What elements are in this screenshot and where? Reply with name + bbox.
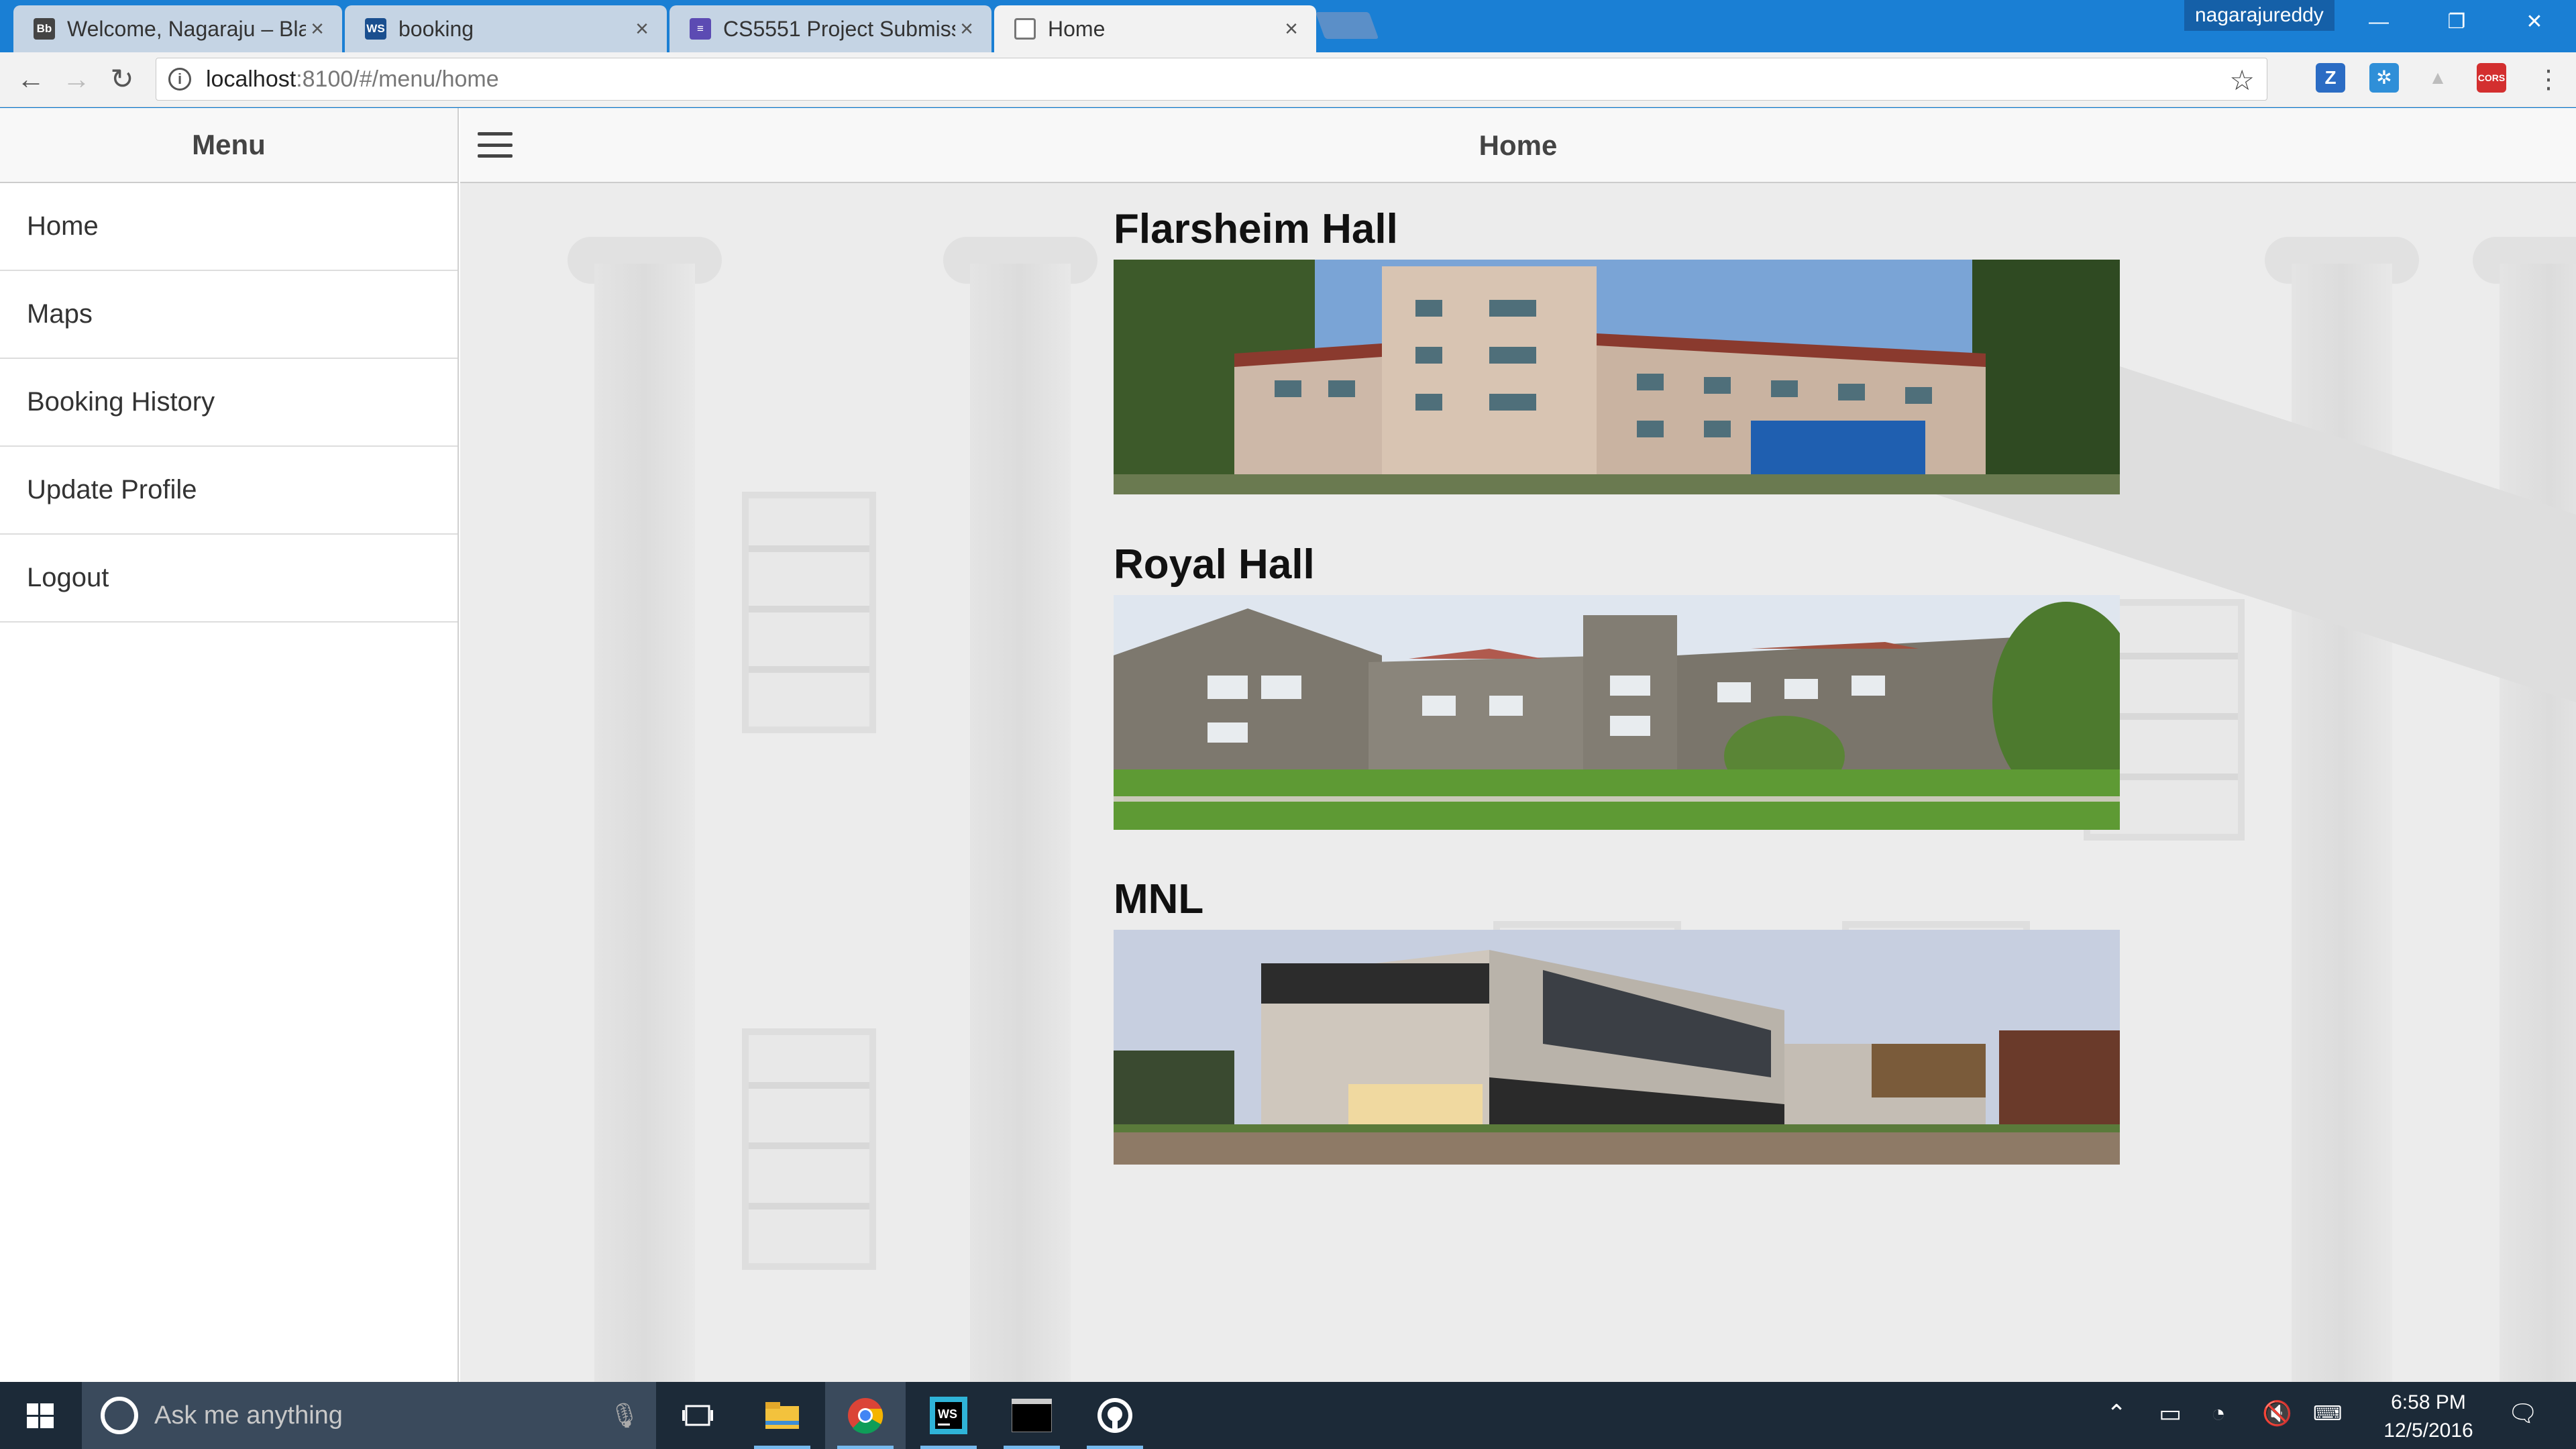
speaker-muted-icon[interactable]: 🔇 — [2262, 1399, 2292, 1428]
browser-toolbar: ← → ↻ i localhost :8100/#/menu/home ☆ Z … — [0, 52, 2576, 107]
flarsheim-hall-photo[interactable] — [1114, 260, 2120, 494]
menu-item-maps[interactable]: Maps — [0, 271, 458, 359]
close-icon[interactable]: × — [306, 16, 329, 42]
windows-taskbar: Ask me anything 🎙 WS ⌃ ▭ ◔ 🔇 ⌨ 6:58 PM 1… — [0, 1382, 2576, 1449]
menu-item-booking-history[interactable]: Booking History — [0, 359, 458, 447]
building-card[interactable]: Flarsheim Hall — [1114, 199, 2120, 494]
notification-icon[interactable]: 🗨 — [2508, 1399, 2538, 1428]
reload-icon[interactable]: ↻ — [103, 60, 141, 98]
close-icon[interactable]: × — [631, 16, 653, 42]
webstorm-icon[interactable]: WS — [908, 1382, 989, 1449]
building-card[interactable]: MNL — [1114, 869, 2120, 1165]
svg-text:WS: WS — [938, 1407, 957, 1421]
info-icon[interactable]: i — [168, 68, 191, 91]
building-title: Royal Hall — [1114, 541, 1315, 588]
cors-extension-icon[interactable]: CORS — [2477, 63, 2506, 93]
drive-extension-icon[interactable]: ▲ — [2423, 63, 2453, 93]
file-explorer-icon[interactable] — [742, 1382, 822, 1449]
tab-home[interactable]: Home × — [994, 5, 1316, 52]
back-icon[interactable]: ← — [12, 60, 50, 98]
task-view-icon[interactable] — [657, 1382, 738, 1449]
close-icon[interactable]: × — [1280, 16, 1303, 42]
clock[interactable]: 6:58 PM 12/5/2016 — [2375, 1389, 2482, 1445]
page-title: Home — [1479, 129, 1558, 161]
tab-title: CS5551 Project Submissi — [723, 16, 955, 41]
bookmark-star-icon[interactable]: ☆ — [2229, 64, 2255, 97]
cortana-icon[interactable] — [101, 1397, 138, 1434]
tab-title: booking — [398, 16, 474, 41]
minimize-icon[interactable]: — — [2352, 5, 2406, 39]
zotero-extension-icon[interactable]: Z — [2316, 63, 2345, 93]
close-icon[interactable]: × — [955, 16, 978, 42]
battery-icon[interactable]: ▭ — [2159, 1399, 2182, 1428]
url-host: localhost — [206, 66, 297, 92]
profile-button[interactable]: nagarajureddy — [2184, 0, 2334, 31]
chevron-up-icon[interactable]: ⌃ — [2106, 1399, 2127, 1428]
browser-title-bar: Bb Welcome, Nagaraju – Bla × WS booking … — [0, 0, 2576, 52]
menu-title: Menu — [0, 108, 458, 183]
building-card[interactable]: Royal Hall — [1114, 535, 2120, 830]
chrome-icon[interactable] — [825, 1382, 906, 1449]
tab-title: Welcome, Nagaraju – Bla — [67, 16, 306, 41]
snowflake-extension-icon[interactable]: ✲ — [2369, 63, 2399, 93]
new-tab-button[interactable] — [1315, 12, 1379, 39]
building-title: MNL — [1114, 876, 1204, 922]
microphone-icon[interactable]: 🎙 — [609, 1401, 640, 1430]
forms-icon: ≡ — [690, 18, 711, 40]
main-content: Home Flarsheim Hall Royal Hall MNL — [460, 108, 2576, 1382]
page-icon — [1014, 18, 1036, 40]
hamburger-menu-icon[interactable] — [476, 128, 514, 162]
building-title: Flarsheim Hall — [1114, 206, 1398, 252]
keyboard-icon[interactable]: ⌨ — [2313, 1402, 2342, 1426]
github-icon[interactable] — [1075, 1382, 1155, 1449]
mnl-photo[interactable] — [1114, 930, 2120, 1165]
tab-blackboard[interactable]: Bb Welcome, Nagaraju – Bla × — [13, 5, 342, 52]
clock-time: 6:58 PM — [2391, 1391, 2466, 1413]
chrome-menu-icon[interactable]: ⋮ — [2536, 63, 2561, 97]
page-header: Home — [460, 108, 2576, 183]
wifi-icon[interactable]: ◔ — [2211, 1399, 2226, 1428]
terminal-icon[interactable] — [991, 1382, 1072, 1449]
window-close-icon[interactable]: ✕ — [2508, 5, 2561, 39]
search-placeholder: Ask me anything — [154, 1401, 343, 1430]
royal-hall-photo[interactable] — [1114, 595, 2120, 830]
menu-item-logout[interactable]: Logout — [0, 535, 458, 623]
clock-date: 12/5/2016 — [2383, 1419, 2473, 1442]
webstorm-icon: WS — [365, 18, 386, 40]
url-path: :8100/#/menu/home — [296, 66, 499, 92]
windows-start-icon[interactable] — [0, 1382, 80, 1449]
blackboard-icon: Bb — [34, 18, 55, 40]
tab-project-submission[interactable]: ≡ CS5551 Project Submissi × — [669, 5, 991, 52]
tab-booking[interactable]: WS booking × — [345, 5, 667, 52]
tab-title: Home — [1048, 16, 1106, 41]
forward-icon[interactable]: → — [58, 60, 95, 98]
side-menu: Menu Home Maps Booking History Update Pr… — [0, 108, 459, 1382]
address-bar[interactable]: i localhost :8100/#/menu/home ☆ — [156, 58, 2267, 101]
menu-item-update-profile[interactable]: Update Profile — [0, 447, 458, 535]
menu-item-home[interactable]: Home — [0, 183, 458, 271]
restore-icon[interactable]: ❐ — [2430, 5, 2483, 39]
cortana-search-box[interactable]: Ask me anything 🎙 — [82, 1382, 656, 1449]
ionic-app: Menu Home Maps Booking History Update Pr… — [0, 108, 2576, 1382]
